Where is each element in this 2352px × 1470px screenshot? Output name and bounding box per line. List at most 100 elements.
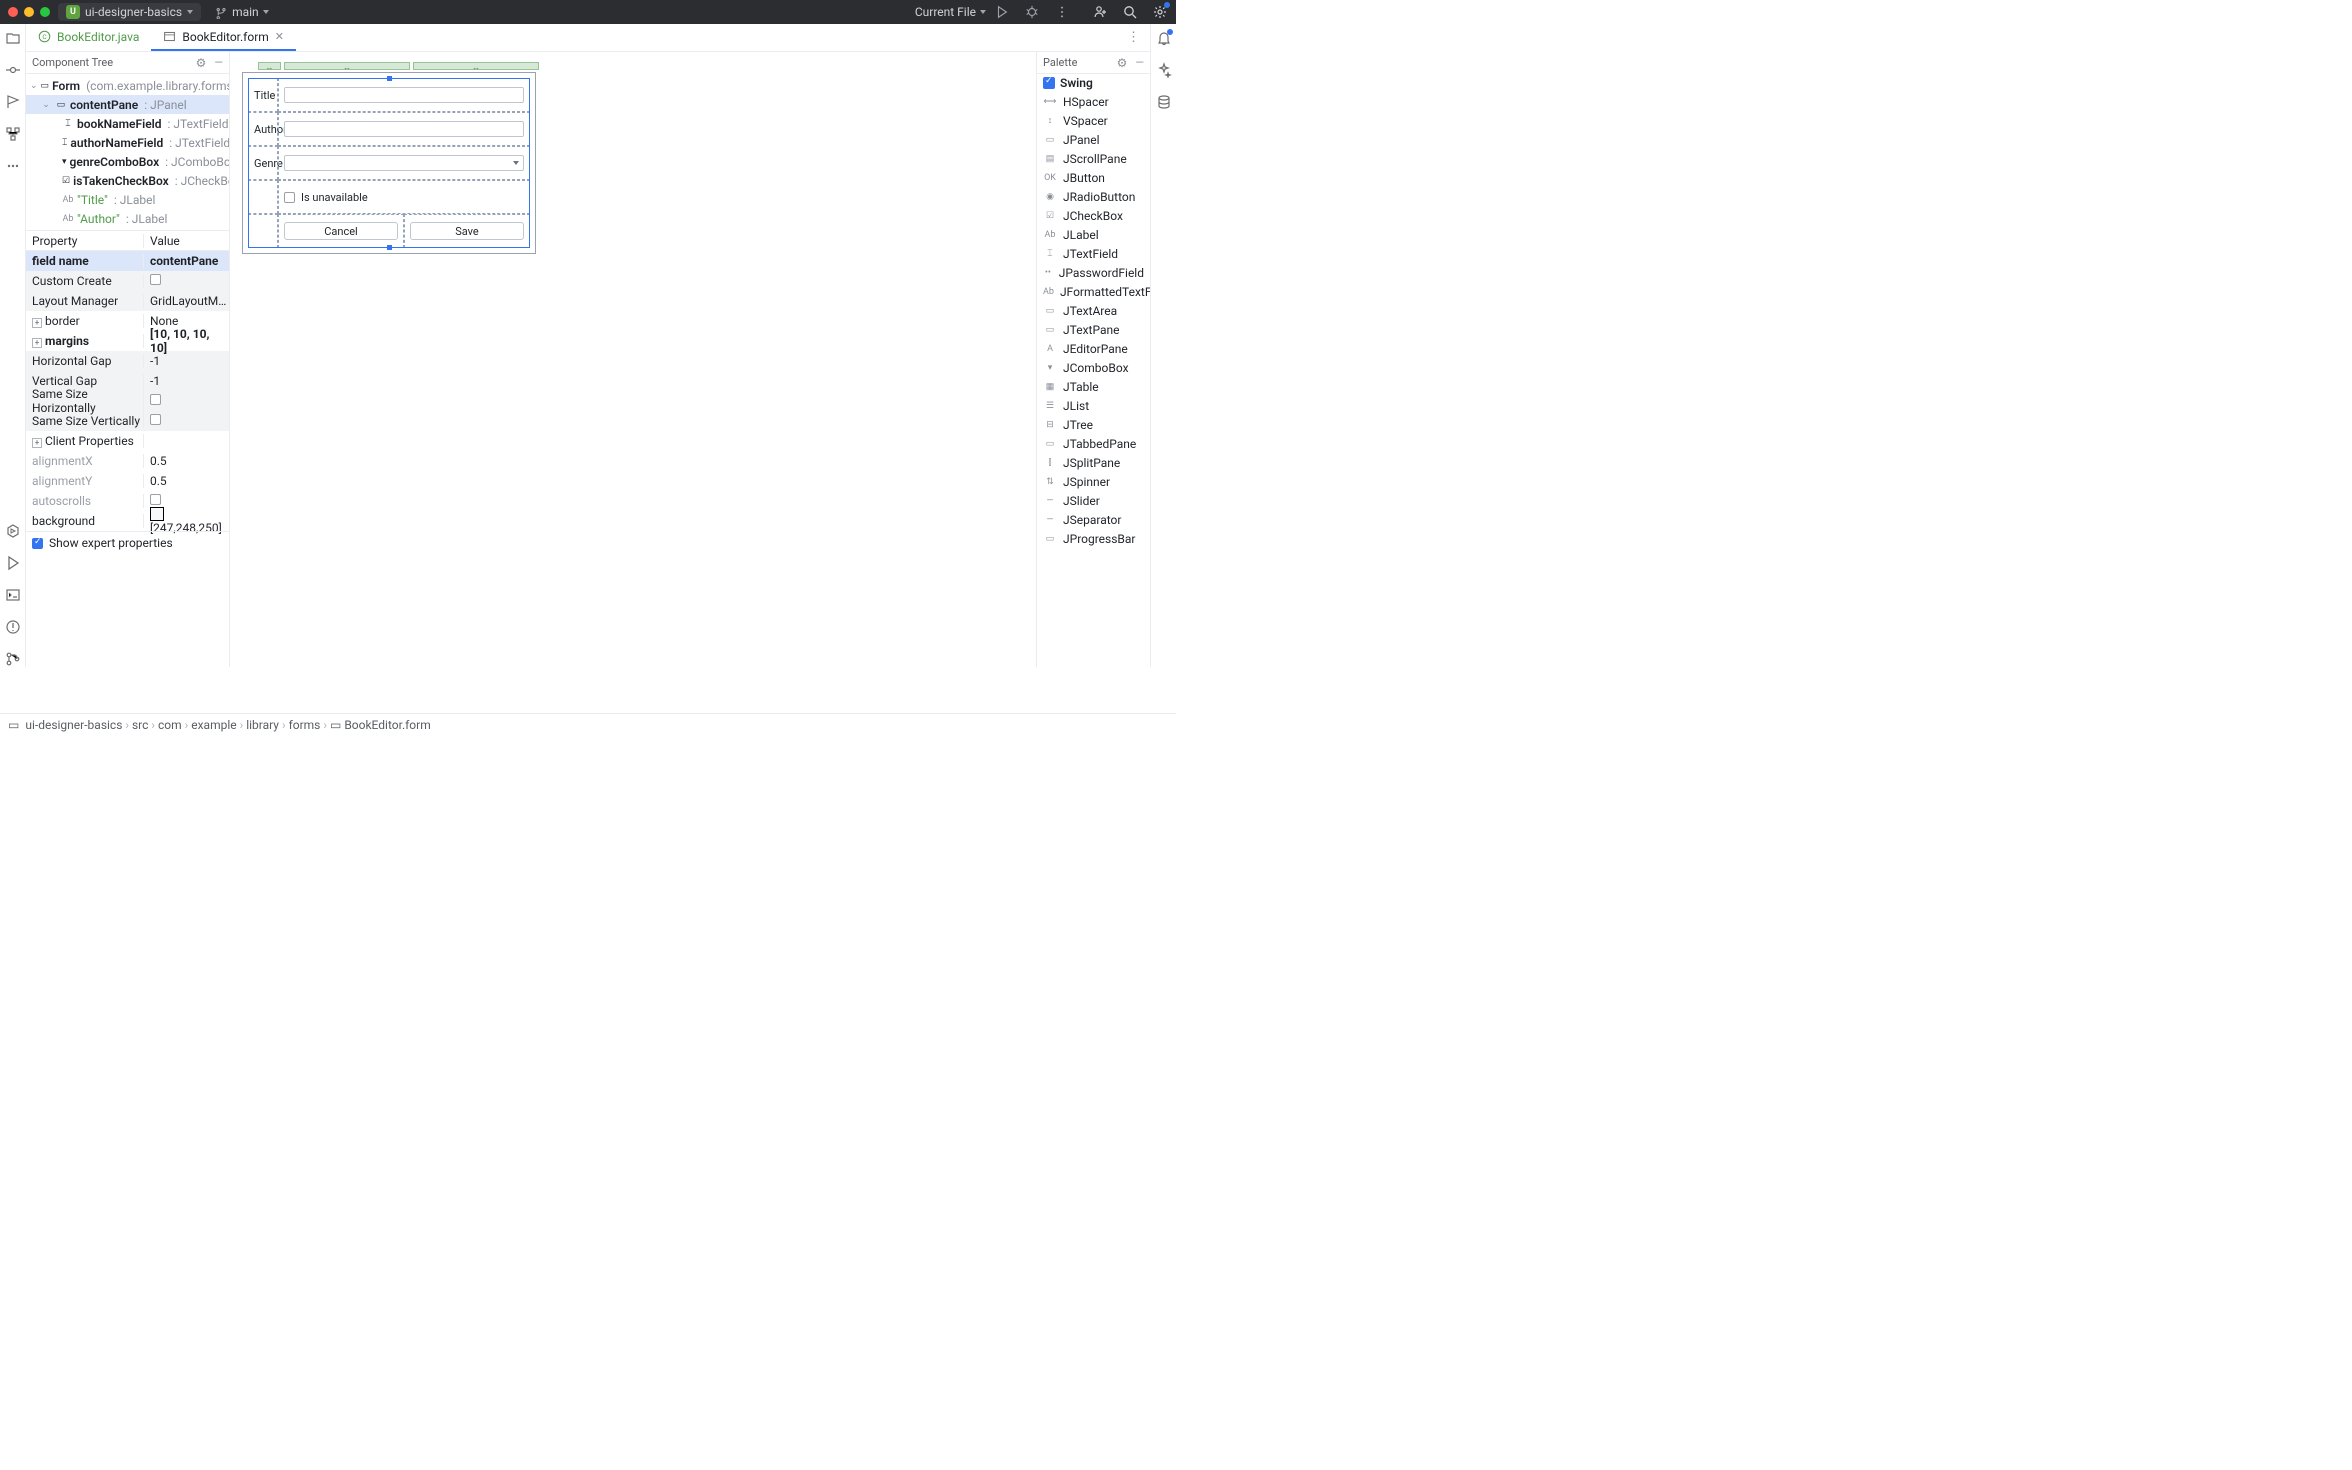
palette-item-jslider[interactable]: —JSlider: [1037, 491, 1150, 510]
palette-item-jtextfield[interactable]: ⌶JTextField: [1037, 244, 1150, 263]
palette-item-jcheckbox[interactable]: ☑JCheckBox: [1037, 206, 1150, 225]
branch-selector[interactable]: main: [209, 3, 275, 21]
property-row[interactable]: Layout ManagerGridLayoutManage...: [26, 291, 229, 311]
breadcrumb-segment[interactable]: forms: [289, 718, 321, 732]
close-window[interactable]: [8, 7, 18, 17]
run-icon[interactable]: [994, 4, 1010, 20]
property-row[interactable]: background[247,248,250]: [26, 511, 229, 531]
property-row[interactable]: alignmentY0.5: [26, 471, 229, 491]
palette-item-jscrollpane[interactable]: ▤JScrollPane: [1037, 149, 1150, 168]
empty-cell[interactable]: [248, 214, 278, 248]
tree-node[interactable]: ▾ genreComboBox : JComboBox: [26, 152, 229, 171]
tree-node-contentpane[interactable]: ⌄ ▭ contentPane : JPanel: [26, 95, 229, 114]
gear-icon[interactable]: ⚙: [196, 56, 207, 70]
settings-icon[interactable]: [1152, 4, 1168, 20]
run-tool-icon[interactable]: [5, 555, 21, 571]
palette-item-jtextarea[interactable]: ▭JTextArea: [1037, 301, 1150, 320]
button-save[interactable]: Save: [404, 214, 530, 248]
debug-icon[interactable]: [1024, 4, 1040, 20]
palette-item-jtextpane[interactable]: ▭JTextPane: [1037, 320, 1150, 339]
run-config-selector[interactable]: Current File: [915, 5, 986, 19]
twistie-icon[interactable]: ⌄: [40, 100, 52, 110]
form-designer-canvas[interactable]: ↔ ↔ ↔ Tit: [230, 52, 1036, 667]
twistie-icon[interactable]: ⌄: [30, 81, 38, 91]
palette-item-vspacer[interactable]: ↕VSpacer: [1037, 111, 1150, 130]
palette-item-jspinner[interactable]: ⇅JSpinner: [1037, 472, 1150, 491]
commit-tool-icon[interactable]: [5, 62, 21, 78]
project-selector[interactable]: U ui-designer-basics: [58, 3, 201, 21]
checkbox-icon[interactable]: [1043, 77, 1055, 89]
vcs-tool-icon[interactable]: [5, 651, 21, 667]
more-icon[interactable]: [1054, 4, 1070, 20]
show-expert-toggle[interactable]: Show expert properties: [26, 531, 229, 554]
breadcrumb-segment[interactable]: ▭BookEditor.form: [330, 718, 431, 732]
palette-item-jtree[interactable]: ⊟JTree: [1037, 415, 1150, 434]
breadcrumb-segment[interactable]: ui-designer-basics: [25, 718, 122, 732]
designer-surface[interactable]: Title Author Genre Is unavailable: [242, 72, 536, 254]
palette-item-jtable[interactable]: ▦JTable: [1037, 377, 1150, 396]
project-tool-icon[interactable]: [5, 30, 21, 46]
property-row[interactable]: +margins[10, 10, 10, 10]: [26, 331, 229, 351]
label-genre[interactable]: Genre: [248, 146, 278, 180]
notifications-icon[interactable]: [1156, 30, 1172, 46]
breadcrumb-segment[interactable]: com: [158, 718, 182, 732]
palette-item-jtabbedpane[interactable]: ▭JTabbedPane: [1037, 434, 1150, 453]
structure-tool-icon[interactable]: [5, 126, 21, 142]
empty-cell[interactable]: [248, 180, 278, 214]
component-tree[interactable]: ⌄ ▭ Form (com.example.library.forms.Book…: [26, 74, 229, 230]
minimize-window[interactable]: [24, 7, 34, 17]
palette-category-swing[interactable]: Swing: [1037, 74, 1150, 92]
services-tool-icon[interactable]: [5, 523, 21, 539]
field-author[interactable]: [278, 112, 530, 146]
palette-item-jcombobox[interactable]: ▾JComboBox: [1037, 358, 1150, 377]
palette-item-jformattedtextfield[interactable]: AbJFormattedTextField: [1037, 282, 1150, 301]
breadcrumb-segment[interactable]: library: [246, 718, 279, 732]
palette-item-jlabel[interactable]: AbJLabel: [1037, 225, 1150, 244]
minimize-icon[interactable]: —: [1135, 56, 1144, 69]
label-author[interactable]: Author: [248, 112, 278, 146]
button-cancel[interactable]: Cancel: [278, 214, 404, 248]
tree-node[interactable]: ⌶ authorNameField : JTextField: [26, 133, 229, 152]
combo-genre[interactable]: [278, 146, 530, 180]
palette-item-jradiobutton[interactable]: ◉JRadioButton: [1037, 187, 1150, 206]
close-tab-icon[interactable]: ✕: [275, 30, 284, 43]
problems-tool-icon[interactable]: [5, 619, 21, 635]
palette-item-jsplitpane[interactable]: ⫿JSplitPane: [1037, 453, 1150, 472]
ai-assistant-icon[interactable]: [1156, 62, 1172, 78]
property-row[interactable]: +Client Properties: [26, 431, 229, 451]
palette-item-jbutton[interactable]: OKJButton: [1037, 168, 1150, 187]
palette-item-jeditorpane[interactable]: AJEditorPane: [1037, 339, 1150, 358]
tree-node[interactable]: ⌶ bookNameField : JTextField: [26, 114, 229, 133]
tab-bookeditor-java[interactable]: C BookEditor.java: [26, 24, 151, 51]
palette-item-jseparator[interactable]: —JSeparator: [1037, 510, 1150, 529]
checkbox-unavailable[interactable]: Is unavailable: [278, 180, 530, 214]
minimize-icon[interactable]: —: [214, 56, 223, 69]
palette-item-jpanel[interactable]: ▭JPanel: [1037, 130, 1150, 149]
checkbox-icon[interactable]: [284, 192, 295, 203]
checkbox-icon[interactable]: [32, 538, 43, 549]
search-icon[interactable]: [1122, 4, 1138, 20]
palette-item-jlist[interactable]: ☰JList: [1037, 396, 1150, 415]
label-title[interactable]: Title: [248, 78, 278, 112]
property-row[interactable]: Same Size Vertically: [26, 411, 229, 431]
property-row[interactable]: alignmentX0.5: [26, 451, 229, 471]
tree-node[interactable]: Ab "Author" : JLabel: [26, 209, 229, 228]
tree-node[interactable]: ☑ isTakenCheckBox : JCheckBox: [26, 171, 229, 190]
database-icon[interactable]: [1156, 94, 1172, 110]
tree-node[interactable]: Ab "Title" : JLabel: [26, 190, 229, 209]
bookmarks-tool-icon[interactable]: [5, 94, 21, 110]
palette-item-hspacer[interactable]: ⟷HSpacer: [1037, 92, 1150, 111]
tree-root-form[interactable]: ⌄ ▭ Form (com.example.library.forms.Book…: [26, 76, 229, 95]
gear-icon[interactable]: ⚙: [1117, 56, 1128, 70]
field-title[interactable]: [278, 78, 530, 112]
tab-bookeditor-form[interactable]: BookEditor.form ✕: [151, 24, 296, 51]
breadcrumb-segment[interactable]: example: [191, 718, 236, 732]
breadcrumb-segment[interactable]: src: [132, 718, 148, 732]
property-row[interactable]: Custom Create: [26, 271, 229, 291]
tabs-more-icon[interactable]: ⋮: [1117, 24, 1150, 51]
more-tool-icon[interactable]: [5, 158, 21, 174]
zoom-window[interactable]: [40, 7, 50, 17]
property-row[interactable]: Horizontal Gap-1: [26, 351, 229, 371]
column-ruler[interactable]: ↔ ↔ ↔: [258, 62, 1026, 70]
property-row[interactable]: field namecontentPane: [26, 251, 229, 271]
